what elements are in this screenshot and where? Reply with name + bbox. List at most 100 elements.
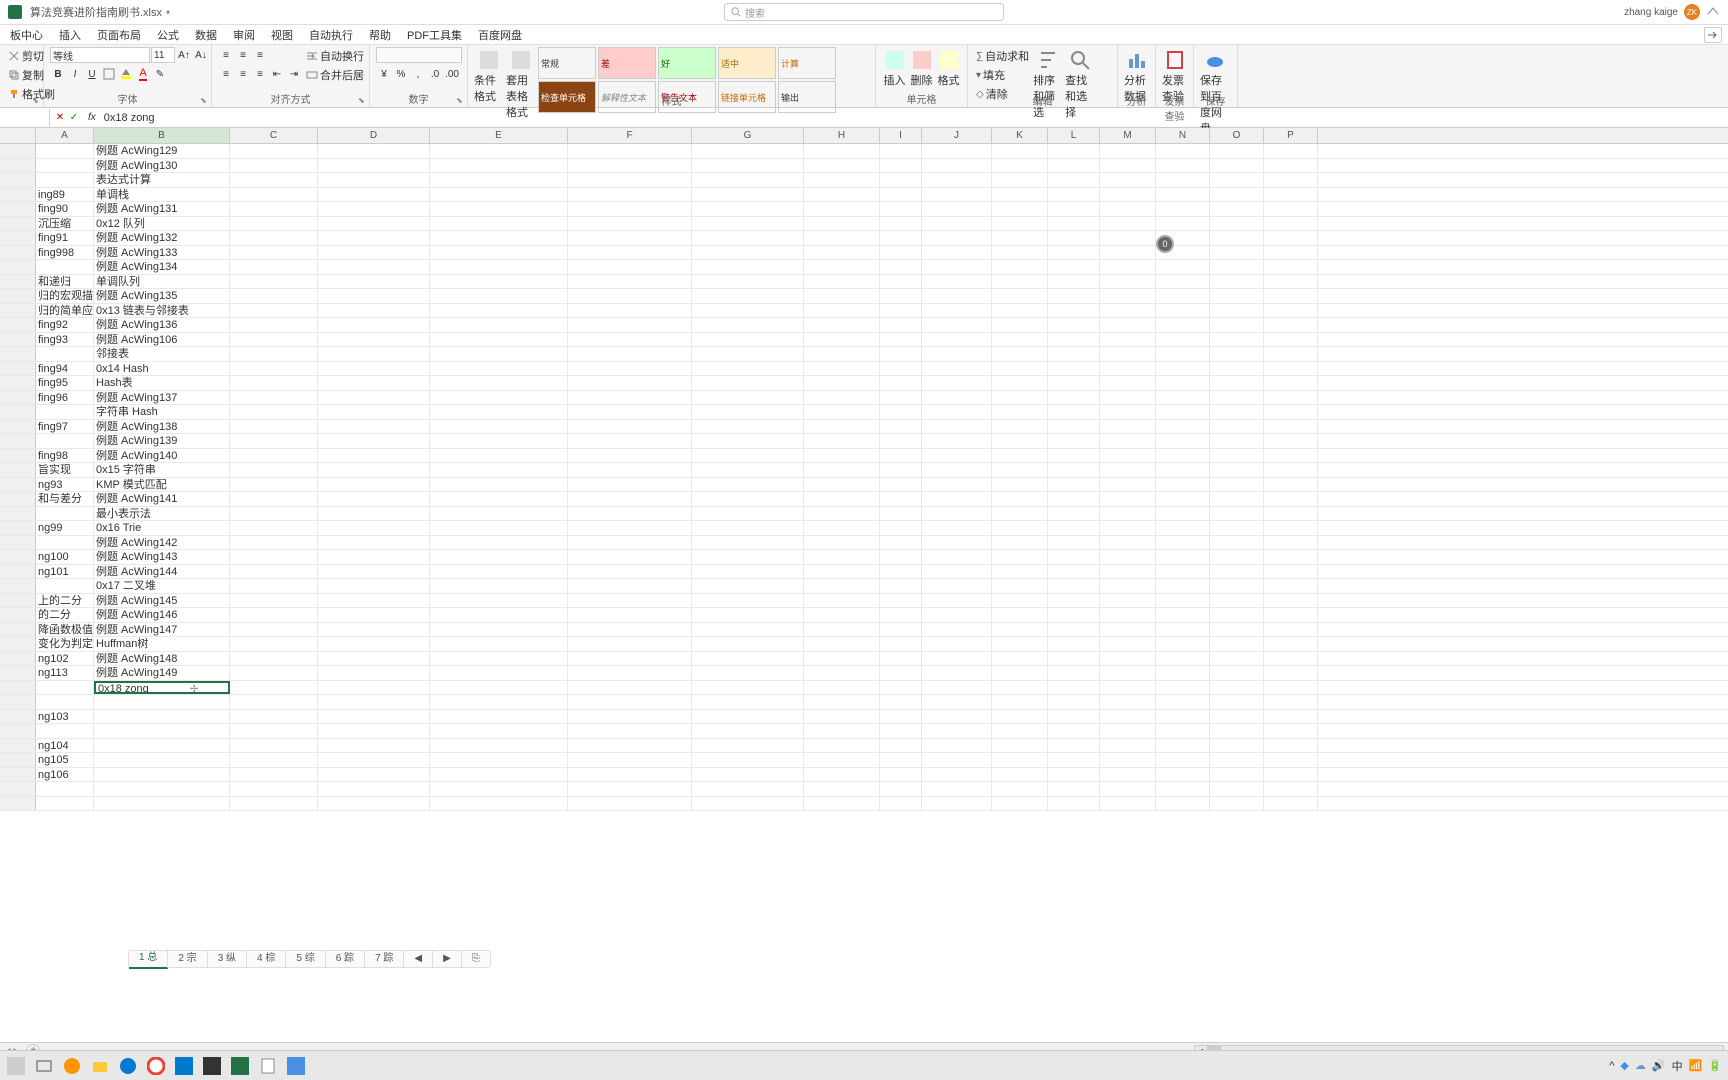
cell[interactable] <box>230 768 318 782</box>
cell[interactable] <box>36 159 94 173</box>
cell[interactable] <box>880 304 922 318</box>
cell[interactable] <box>1156 695 1210 709</box>
cell[interactable] <box>922 289 992 303</box>
cell[interactable] <box>1264 652 1318 666</box>
cell[interactable] <box>804 318 880 332</box>
cell[interactable] <box>992 550 1048 564</box>
cell[interactable] <box>880 144 922 158</box>
cell[interactable] <box>692 637 804 651</box>
increase-font-icon[interactable]: A↑ <box>176 47 192 63</box>
cell[interactable] <box>1156 275 1210 289</box>
cell[interactable]: 0x12 队列 <box>94 217 230 231</box>
notepad-icon[interactable] <box>256 1054 280 1078</box>
cell[interactable] <box>568 579 692 593</box>
menu-insert[interactable]: 插入 <box>51 25 89 44</box>
cell[interactable] <box>318 159 430 173</box>
cell[interactable] <box>922 376 992 390</box>
cell[interactable] <box>692 159 804 173</box>
cell[interactable] <box>430 420 568 434</box>
cell[interactable] <box>568 681 692 695</box>
cell[interactable] <box>804 536 880 550</box>
cell[interactable] <box>880 275 922 289</box>
cell[interactable] <box>430 449 568 463</box>
cell[interactable] <box>1048 159 1100 173</box>
cell[interactable] <box>568 318 692 332</box>
row-header[interactable] <box>0 739 36 753</box>
cell[interactable] <box>568 188 692 202</box>
cell[interactable] <box>1100 188 1156 202</box>
cell[interactable] <box>230 333 318 347</box>
cell[interactable] <box>1156 710 1210 724</box>
cell[interactable] <box>1156 492 1210 506</box>
cell[interactable] <box>804 202 880 216</box>
cell[interactable] <box>1100 550 1156 564</box>
row-header[interactable] <box>0 623 36 637</box>
cell[interactable] <box>230 347 318 361</box>
cell[interactable] <box>230 159 318 173</box>
cell[interactable] <box>1156 623 1210 637</box>
cell[interactable] <box>922 246 992 260</box>
cell[interactable] <box>692 246 804 260</box>
cell[interactable] <box>1100 739 1156 753</box>
cell[interactable] <box>230 260 318 274</box>
cell[interactable] <box>318 507 430 521</box>
cell[interactable] <box>1264 275 1318 289</box>
cell[interactable] <box>1210 594 1264 608</box>
edge-icon[interactable] <box>116 1054 140 1078</box>
cell[interactable] <box>1048 304 1100 318</box>
align-bot-icon[interactable]: ≡ <box>252 47 268 63</box>
grid-body[interactable]: 例题 AcWing129例题 AcWing130表达式计算ing89单调栈fin… <box>0 144 1728 811</box>
cell[interactable] <box>36 260 94 274</box>
clipboard-launcher-icon[interactable]: ⬊ <box>32 96 42 106</box>
comma-icon[interactable]: , <box>410 66 426 82</box>
cell[interactable] <box>318 608 430 622</box>
cell[interactable] <box>992 159 1048 173</box>
cell[interactable] <box>922 434 992 448</box>
cell[interactable] <box>1100 666 1156 680</box>
row-header[interactable] <box>0 333 36 347</box>
italic-button[interactable]: I <box>67 66 83 82</box>
cell[interactable] <box>1100 405 1156 419</box>
font-launcher-icon[interactable]: ⬊ <box>200 96 210 106</box>
cell[interactable] <box>922 637 992 651</box>
cell[interactable] <box>430 623 568 637</box>
cell[interactable] <box>430 159 568 173</box>
col-header-E[interactable]: E <box>430 128 568 143</box>
cell[interactable]: 例题 AcWing137 <box>94 391 230 405</box>
font-color-button[interactable]: A <box>135 66 151 82</box>
cell[interactable] <box>1100 608 1156 622</box>
cell[interactable] <box>230 681 318 695</box>
cell[interactable] <box>568 521 692 535</box>
cell[interactable] <box>880 333 922 347</box>
sort-button[interactable]: 排序和筛选 <box>1033 47 1063 120</box>
cell[interactable] <box>1100 579 1156 593</box>
cell[interactable] <box>1048 318 1100 332</box>
cell[interactable] <box>880 652 922 666</box>
cell[interactable] <box>1264 449 1318 463</box>
cell[interactable] <box>568 637 692 651</box>
row-header[interactable] <box>0 217 36 231</box>
cell[interactable] <box>318 144 430 158</box>
tray-battery-icon[interactable]: 🔋 <box>1708 1059 1722 1072</box>
cell[interactable] <box>880 260 922 274</box>
cell[interactable] <box>1210 231 1264 245</box>
cell[interactable]: 单调栈 <box>94 188 230 202</box>
cell[interactable] <box>318 188 430 202</box>
cell[interactable] <box>318 405 430 419</box>
cell[interactable] <box>568 362 692 376</box>
cell[interactable] <box>1048 739 1100 753</box>
cell[interactable]: 例题 AcWing148 <box>94 652 230 666</box>
cell[interactable] <box>992 565 1048 579</box>
cell[interactable] <box>1210 188 1264 202</box>
pager-next[interactable]: ▶ <box>433 950 462 968</box>
cell[interactable] <box>880 463 922 477</box>
cell[interactable] <box>992 246 1048 260</box>
cell[interactable] <box>880 579 922 593</box>
cell[interactable] <box>880 768 922 782</box>
cell[interactable] <box>992 637 1048 651</box>
cell[interactable]: 例题 AcWing129 <box>94 144 230 158</box>
cell[interactable] <box>1210 797 1264 811</box>
cell[interactable]: 例题 AcWing149 <box>94 666 230 680</box>
cell[interactable] <box>430 318 568 332</box>
cell[interactable] <box>804 333 880 347</box>
